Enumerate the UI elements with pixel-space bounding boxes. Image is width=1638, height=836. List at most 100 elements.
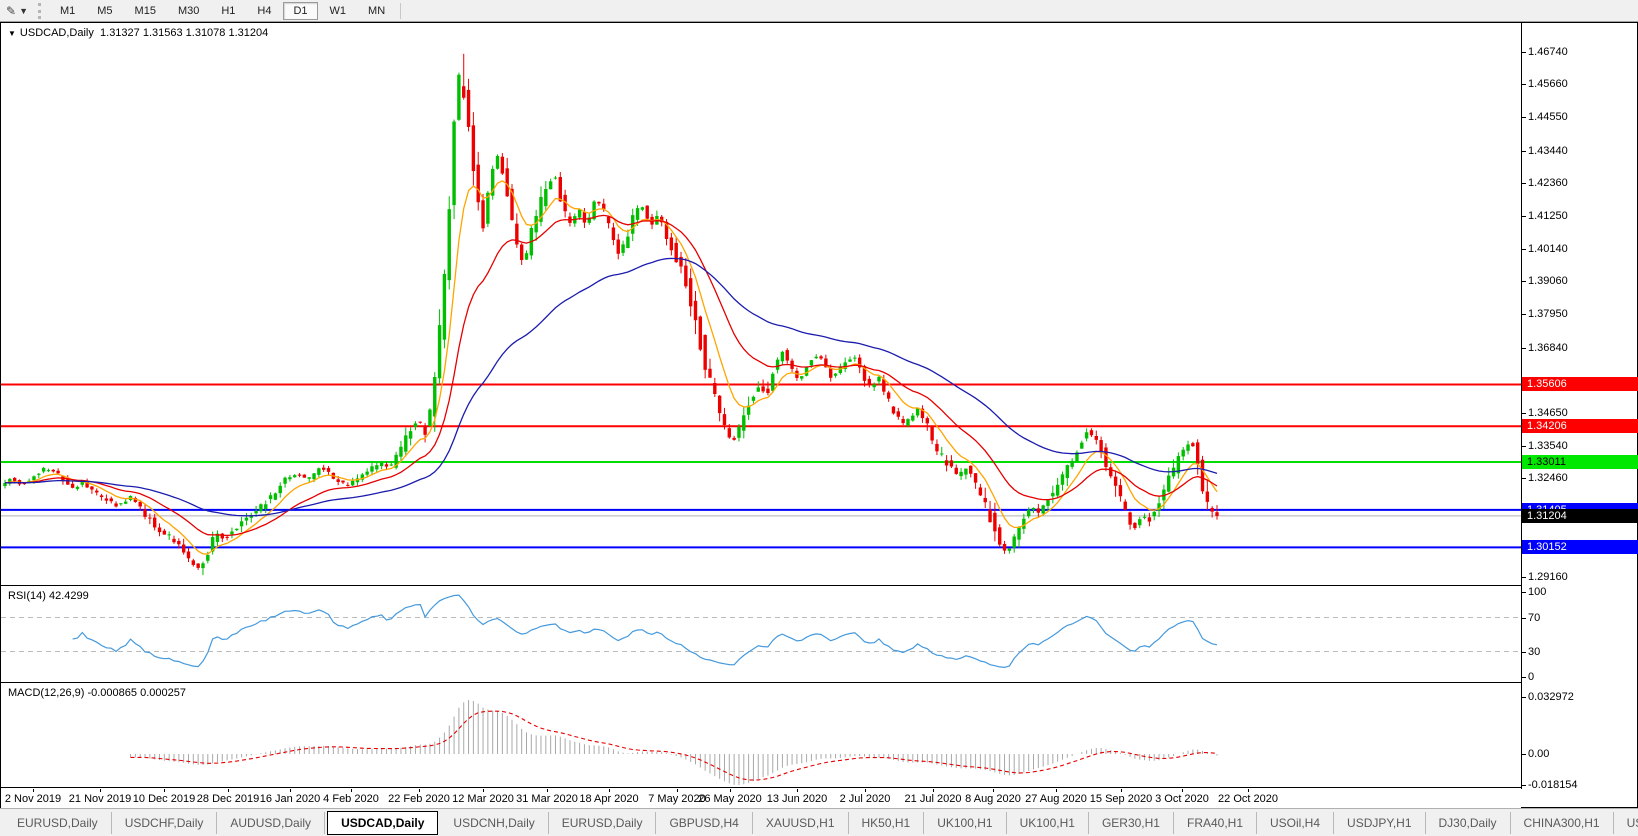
tab-uk100-h1[interactable]: UK100,H1	[924, 811, 1007, 834]
date-tickmark	[290, 789, 291, 792]
date-label: 10 Dec 2019	[132, 793, 196, 805]
tab-eurusd-daily[interactable]: EURUSD,Daily	[4, 811, 112, 834]
tab-ger30-h1[interactable]: GER30,H1	[1089, 811, 1174, 834]
rsi-canvas[interactable]	[1, 587, 1521, 682]
date-label: 31 Mar 2020	[516, 793, 578, 805]
tab-fra40-h1[interactable]: FRA40,H1	[1174, 811, 1258, 834]
level-price-label-1.34206: 1.34206	[1522, 419, 1638, 433]
macd-canvas[interactable]	[1, 684, 1521, 787]
price-tick-1.43440-tickmark	[1522, 151, 1526, 152]
date-tickmark	[609, 789, 610, 792]
rsi-tick-0: 0	[1528, 671, 1535, 683]
tab-usdcad-daily[interactable]: USDCAD,Daily	[327, 810, 439, 835]
price-tick-1.42360-tickmark	[1522, 183, 1526, 184]
level-price-label-1.30152: 1.30152	[1522, 540, 1638, 554]
macd-tick--0.018154: -0.018154	[1528, 779, 1578, 791]
date-label: 28 Dec 2019	[196, 793, 260, 805]
timeframe-button-h1[interactable]: H1	[211, 2, 245, 20]
timeframe-button-w1[interactable]: W1	[320, 2, 357, 20]
date-tickmark	[1056, 789, 1057, 792]
timeframe-button-m5[interactable]: M5	[87, 2, 122, 20]
date-label: 21 Jul 2020	[904, 793, 962, 805]
candlestick-canvas[interactable]	[1, 23, 1521, 585]
price-tick-1.40140: 1.40140	[1528, 243, 1568, 255]
tab-uk100-h1[interactable]: UK100,H1	[1007, 811, 1089, 834]
draw-tool-dropdown-icon[interactable]: ▼	[19, 6, 28, 16]
symbol-tabs-bar: EURUSD,Daily USDCHF,Daily AUDUSD,Daily USDC…	[0, 808, 1638, 836]
date-tickmark	[351, 789, 352, 792]
date-tickmark	[33, 789, 34, 792]
tab-xauusd-h1[interactable]: XAUUSD,H1	[753, 811, 849, 834]
level-price-label-1.33011: 1.33011	[1522, 455, 1638, 469]
toolbar-grip[interactable]	[37, 2, 45, 19]
date-tickmark	[483, 789, 484, 792]
rsi-tick-100-tickmark	[1522, 592, 1526, 593]
price-tick-1.39060: 1.39060	[1528, 275, 1568, 287]
timeframe-buttons: M1 M5 M15 M30 H1 H4 D1 W1 MN	[49, 0, 396, 21]
rsi-tick-30: 30	[1528, 646, 1541, 658]
price-tick-1.44550: 1.44550	[1528, 111, 1568, 123]
date-tickmark	[164, 789, 165, 792]
tab-usdcnh-daily[interactable]: USDCNH,Daily	[440, 811, 549, 834]
timeframe-button-h4[interactable]: H4	[247, 2, 281, 20]
tab-audusd-daily[interactable]: AUDUSD,Daily	[217, 811, 326, 834]
date-tickmark	[419, 789, 420, 792]
price-tick-1.34650-tickmark	[1522, 413, 1526, 414]
date-label: 3 Oct 2020	[1155, 793, 1209, 805]
date-tickmark	[1182, 789, 1183, 792]
macd-tick-0.00: 0.00	[1528, 748, 1550, 760]
rsi-tick-30-tickmark	[1522, 652, 1526, 653]
tab-usdchf-daily[interactable]: USDCHF,Daily	[112, 811, 218, 834]
tab-usoil-h4[interactable]: USOil,H4	[1257, 811, 1335, 834]
date-tickmark	[228, 789, 229, 792]
macd-pane[interactable]: MACD(12,26,9) -0.000865 0.000257	[1, 684, 1521, 788]
tab-china300-h1[interactable]: CHINA300,H1	[1511, 811, 1614, 834]
rsi-tick-100: 100	[1528, 586, 1547, 598]
price-tick-1.41250-tickmark	[1522, 216, 1526, 217]
draw-tool-icon[interactable]: ✎	[6, 4, 16, 18]
price-tick-1.42360: 1.42360	[1528, 177, 1568, 189]
tab-dj30-daily[interactable]: DJ30,Daily	[1426, 811, 1511, 834]
timeframe-toolbar: ✎ ▼ M1 M5 M15 M30 H1 H4 D1 W1 MN	[0, 0, 1638, 22]
price-tick-1.37950-tickmark	[1522, 314, 1526, 315]
date-tickmark	[993, 789, 994, 792]
price-axis: 1.46740 1.45660 1.44550 1.43440 1.42360 1.412…	[1521, 23, 1638, 791]
price-tick-1.45660-tickmark	[1522, 84, 1526, 85]
chart-dropdown-icon[interactable]: ▼	[8, 29, 16, 38]
date-label: 21 Nov 2019	[68, 793, 132, 805]
timeframe-button-m15[interactable]: M15	[125, 2, 166, 20]
price-tick-1.40140-tickmark	[1522, 249, 1526, 250]
date-label: 12 Mar 2020	[452, 793, 514, 805]
tab-hk50-h1[interactable]: HK50,H1	[849, 811, 925, 834]
price-tick-1.41250: 1.41250	[1528, 210, 1568, 222]
timeframe-button-m1[interactable]: M1	[50, 2, 85, 20]
date-tickmark	[933, 789, 934, 792]
date-label: 27 Aug 2020	[1025, 793, 1087, 805]
macd-tick--0.018154-tickmark	[1522, 785, 1526, 786]
timeframe-button-mn[interactable]: MN	[358, 2, 395, 20]
price-tick-1.32460-tickmark	[1522, 478, 1526, 479]
timeframe-button-d1[interactable]: D1	[283, 1, 318, 20]
date-label: 22 Oct 2020	[1218, 793, 1278, 805]
rsi-label: RSI(14) 42.4299	[8, 590, 89, 602]
tab-gbpusd-h4[interactable]: GBPUSD,H4	[656, 811, 753, 834]
rsi-pane[interactable]: RSI(14) 42.4299	[1, 587, 1521, 683]
tab-usoil-h1[interactable]: USOil,H1	[1614, 812, 1638, 834]
price-tick-1.34650: 1.34650	[1528, 407, 1568, 419]
trading-terminal: ✎ ▼ M1 M5 M15 M30 H1 H4 D1 W1 MN ▼ USDCAD,Daily 1…	[0, 0, 1638, 836]
timeframe-button-m30[interactable]: M30	[168, 2, 209, 20]
tab-eurusd-daily[interactable]: EURUSD,Daily	[549, 811, 657, 834]
level-price-label-1.35606: 1.35606	[1522, 377, 1638, 391]
price-tick-1.33540: 1.33540	[1528, 440, 1568, 452]
main-chart-pane[interactable]: ▼ USDCAD,Daily 1.31327 1.31563 1.31078 1.…	[1, 23, 1521, 586]
level-price-label-1.31204: 1.31204	[1522, 509, 1638, 523]
tab-usdjpy-h1[interactable]: USDJPY,H1	[1334, 811, 1426, 834]
date-label: 4 Feb 2020	[323, 793, 379, 805]
rsi-tick-70-tickmark	[1522, 618, 1526, 619]
macd-signal-line	[130, 710, 1218, 781]
toolbar-separator	[400, 2, 402, 19]
macd-tick-0.032972-tickmark	[1522, 697, 1526, 698]
rsi-tick-70: 70	[1528, 612, 1541, 624]
date-tickmark	[677, 789, 678, 792]
date-axis: 2 Nov 2019 21 Nov 2019 10 Dec 2019 28 Dec 2…	[1, 789, 1521, 808]
